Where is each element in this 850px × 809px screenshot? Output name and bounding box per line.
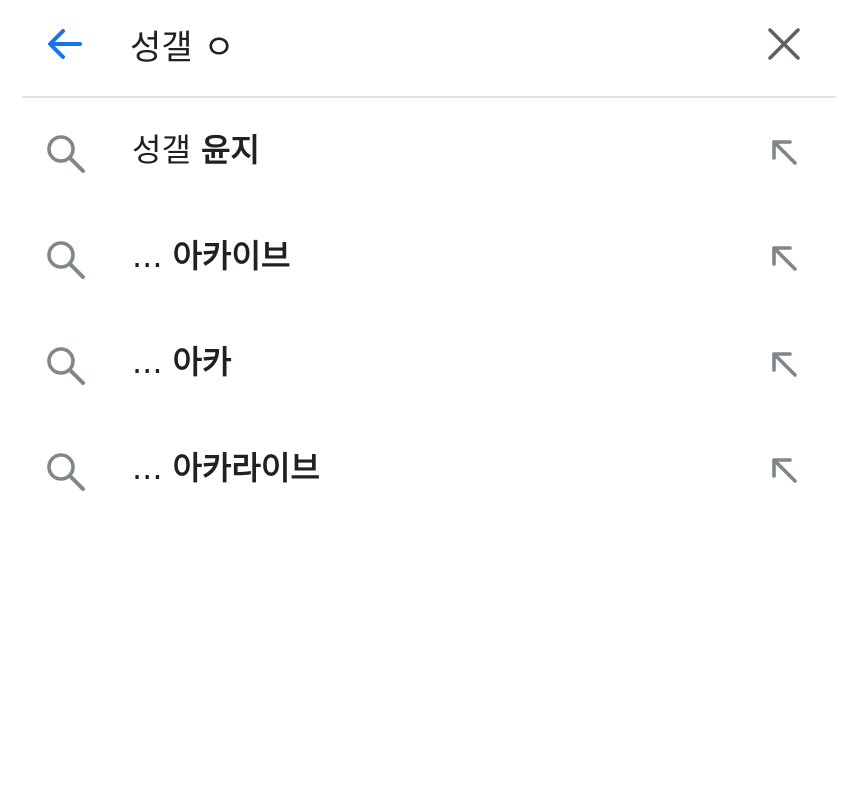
arrow-up-left-icon [772,352,797,377]
fill-query-button[interactable] [758,340,810,388]
fill-query-button[interactable] [758,234,810,282]
fill-query-button[interactable] [758,128,810,176]
suggestion-completion: 아카이브 [172,237,291,275]
suggestion-completion: 아카라이브 [172,449,320,487]
fill-query-button[interactable] [758,446,810,494]
search-input[interactable] [130,18,730,70]
search-bar [0,0,850,96]
suggestion-completion: 아카 [172,343,232,381]
arrow-back-icon [48,29,82,59]
suggestion-text: ... 아카 [132,340,232,384]
suggestion-text: 성갤 윤지 [132,128,260,172]
arrow-up-left-icon [772,458,797,483]
search-icon [47,347,85,385]
suggestion-item[interactable]: 성갤 윤지 [0,98,850,204]
suggestion-item[interactable]: ... 아카라이브 [0,416,850,522]
suggestion-prefix: ... [132,449,173,487]
suggestion-prefix: ... [132,237,173,275]
suggestion-item[interactable]: ... 아카이브 [0,204,850,310]
suggestion-prefix: ... [132,343,173,381]
suggestion-completion: 윤지 [201,131,260,169]
search-icon [47,135,85,173]
arrow-up-left-icon [772,140,797,165]
suggestion-text: ... 아카이브 [132,234,290,278]
search-icon [47,453,85,491]
search-icon [47,241,85,279]
back-button[interactable] [38,20,90,68]
suggestion-list: 성갤 윤지 ... 아카이브 ... 아카 ... 아카라이브 [0,98,850,522]
suggestion-text: ... 아카라이브 [132,446,320,490]
close-icon [768,28,800,60]
arrow-up-left-icon [772,246,797,271]
suggestion-prefix: 성갤 [132,131,202,169]
suggestion-item[interactable]: ... 아카 [0,310,850,416]
clear-search-button[interactable] [760,20,808,68]
